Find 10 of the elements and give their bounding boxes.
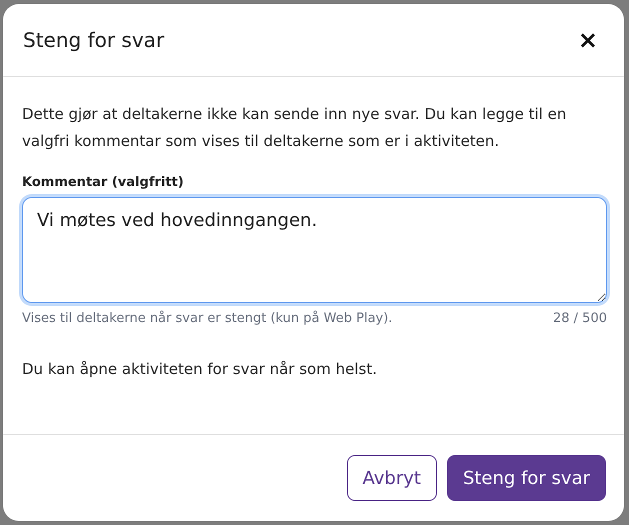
comment-field[interactable]: Vi møtes ved hovedinngangen.	[22, 197, 607, 303]
confirm-button[interactable]: Steng for svar	[446, 455, 606, 501]
description-text: Dette gjør at deltakerne ikke kan sende inn nye svar. Du kan legge til en valgfri kommentar som vises til deltakerne som er i aktiviteten.	[22, 104, 568, 152]
close-button[interactable]: ×	[574, 26, 602, 54]
cancel-button[interactable]: Avbryt	[346, 455, 437, 501]
dialog-title: Steng for svar	[23, 28, 164, 52]
note-text: Du kan åpne aktiviteten for svar når som helst.	[22, 360, 378, 378]
comment-label: Kommentar (valgfritt)	[22, 175, 185, 190]
character-counter: 28 / 500	[553, 311, 607, 326]
hint-text: Vises til deltakerne når svar er stengt (kun på Web Play).	[22, 311, 392, 326]
